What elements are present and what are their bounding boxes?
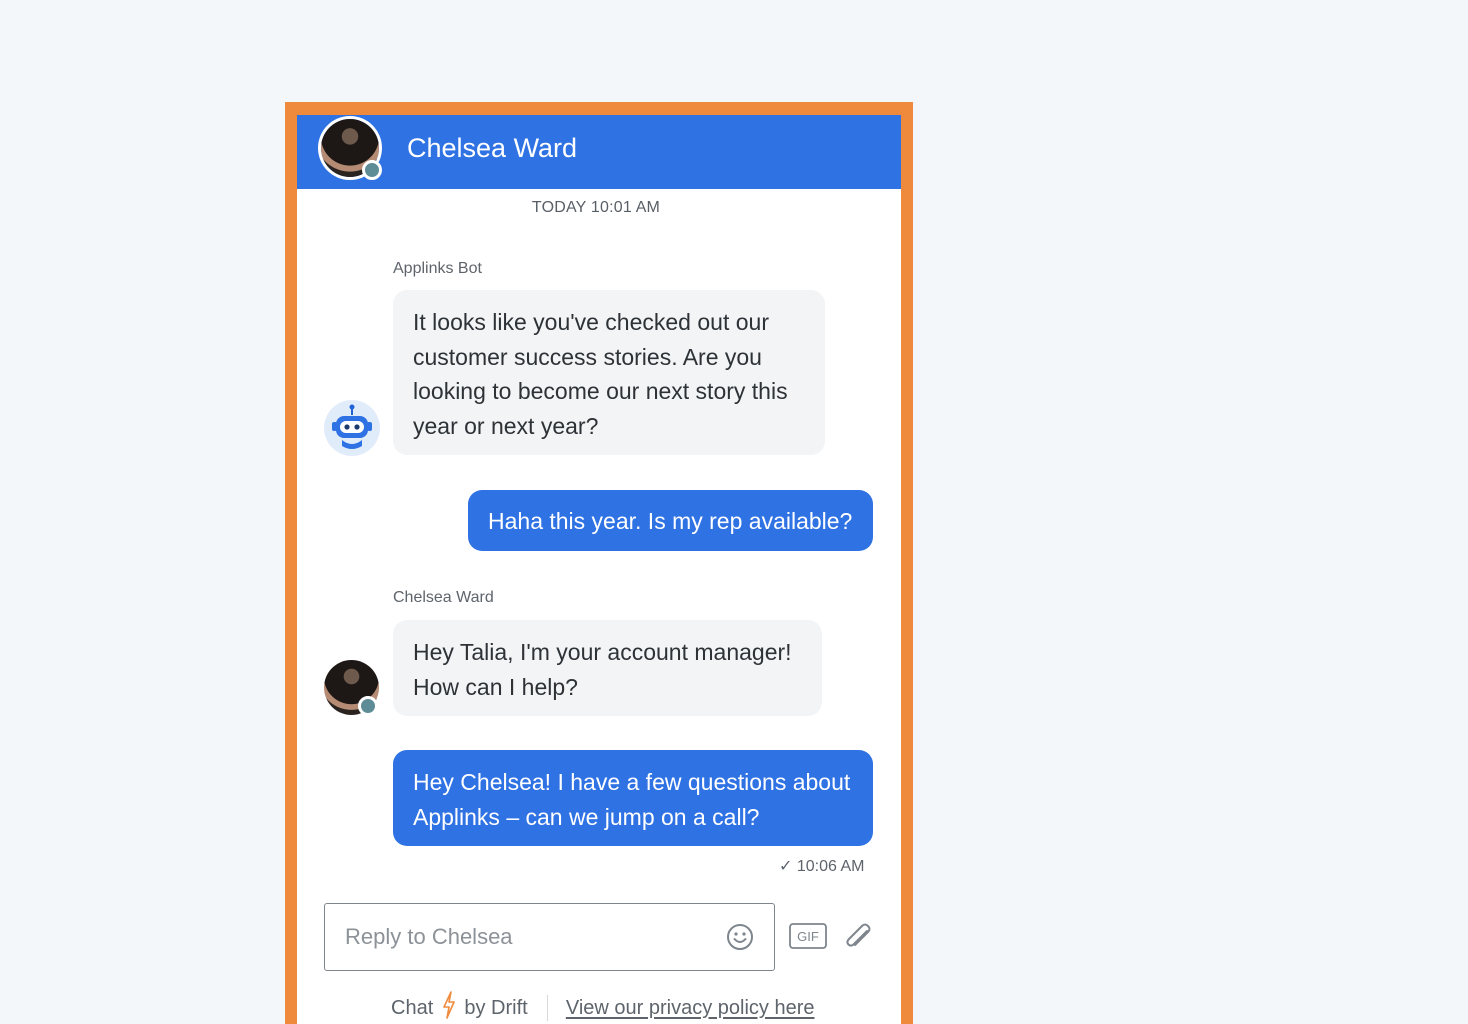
online-status-dot: [358, 696, 378, 716]
bot-avatar: [324, 400, 380, 456]
reply-placeholder: Reply to Chelsea: [345, 924, 513, 949]
outgoing-message-bubble: Haha this year. Is my rep available?: [468, 490, 873, 551]
sent-time: ✓ 10:06 AM: [779, 858, 865, 875]
incoming-message-bubble: Hey Talia, I'm your account manager! How…: [393, 620, 822, 716]
footer-divider: [547, 995, 549, 1021]
outgoing-message-bubble: Hey Chelsea! I have a few questions abou…: [393, 750, 873, 846]
by-drift-label: by Drift: [464, 996, 528, 1019]
privacy-policy-link[interactable]: View our privacy policy here: [566, 997, 815, 1020]
chat-label: Chat: [391, 996, 434, 1019]
chat-widget: Chelsea Ward TODAY 10:01 AM Applinks Bot…: [297, 115, 901, 1024]
page: Chelsea Ward TODAY 10:01 AM Applinks Bot…: [0, 0, 1468, 1024]
message-sender: Chelsea Ward: [393, 589, 494, 606]
incoming-message-bubble: It looks like you've checked out our cus…: [393, 290, 825, 455]
reply-input[interactable]: Reply to Chelsea: [324, 903, 775, 971]
agent-name: Chelsea Ward: [407, 133, 578, 163]
date-stamp: TODAY 10:01 AM: [531, 199, 661, 216]
lightning-bolt-icon: [439, 991, 459, 1024]
smiley-icon[interactable]: [726, 923, 754, 951]
widget-footer: Chat by Drift View our privacy policy he…: [391, 991, 814, 1024]
gif-label: GIF: [797, 929, 819, 944]
chat-header: Chelsea Ward: [297, 115, 901, 189]
paperclip-icon[interactable]: [841, 921, 875, 955]
online-status-dot: [362, 160, 382, 180]
robot-icon: [332, 404, 372, 449]
message-sender: Applinks Bot: [393, 260, 482, 277]
gif-icon[interactable]: GIF: [789, 923, 827, 949]
